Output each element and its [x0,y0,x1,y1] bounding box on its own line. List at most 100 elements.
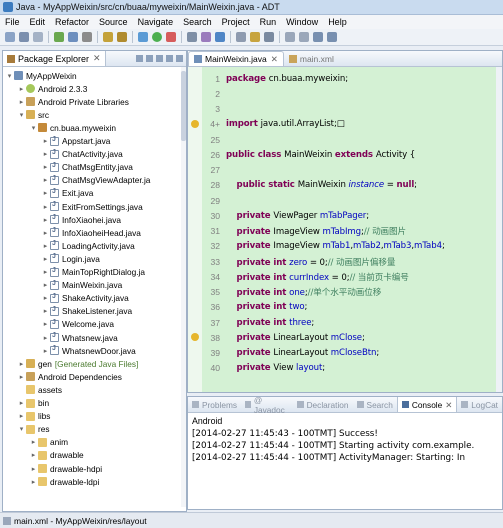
tree-item[interactable]: ▸ ChatActivity.java [42,148,123,161]
collapsed-arrow-icon[interactable]: ▸ [42,347,49,355]
tree-item[interactable]: ▸ drawable [30,449,84,462]
code-line[interactable]: 26 public class MainWeixin extends Activi… [188,147,415,162]
close-icon[interactable]: ✕ [445,400,452,410]
next-annotation-icon[interactable] [285,32,295,42]
menu-item-refactor[interactable]: Refactor [50,17,94,27]
code-line[interactable]: 1 package cn.buaa.myweixin; [188,71,348,86]
expanded-arrow-icon[interactable]: ▾ [18,425,25,433]
collapsed-arrow-icon[interactable]: ▸ [18,360,25,368]
tree-item[interactable]: ▸ MainTopRightDialog.ja [42,266,145,279]
collapsed-arrow-icon[interactable]: ▸ [42,176,49,184]
tab-problems[interactable]: Problems [188,397,241,412]
view-menu-icon[interactable] [156,55,163,62]
tree-item[interactable]: ▸ Appstart.java [42,135,111,148]
tab-package-explorer[interactable]: Package Explorer ✕ [3,51,106,66]
code-line[interactable]: 30 private ViewPager mTabPager; [188,208,369,223]
tab-mainweixin-java[interactable]: MainWeixin.java ✕ [188,51,284,66]
tree-item[interactable]: ▸ ExitFromSettings.java [42,200,143,213]
code-line[interactable]: 35 private int one;//单个水平动画位移 [188,285,381,300]
link-with-editor-icon[interactable] [146,55,153,62]
new-java-package-icon[interactable] [187,32,197,42]
tree-item[interactable]: ▸ InfoXiaohei.java [42,213,121,226]
new-android-xml-icon[interactable] [117,32,127,42]
save-all-icon[interactable] [33,32,43,42]
expanded-arrow-icon[interactable]: ▾ [18,111,25,119]
android-project-icon[interactable] [103,32,113,42]
collapsed-arrow-icon[interactable]: ▸ [30,478,37,486]
tree-item[interactable]: assets [18,383,62,396]
tree-item[interactable]: ▸ Welcome.java [42,318,114,331]
tree-item[interactable]: ▸ Whatsnew.java [42,331,118,344]
collapse-all-icon[interactable] [136,55,143,62]
previous-annotation-icon[interactable] [299,32,309,42]
menu-item-source[interactable]: Source [94,17,133,27]
code-line[interactable]: 28 public static MainWeixin instance = n… [188,178,417,193]
tree-item[interactable]: ▸ ShakeActivity.java [42,292,129,305]
lint-icon[interactable] [82,32,92,42]
tab-search[interactable]: Search [353,397,397,412]
collapsed-arrow-icon[interactable]: ▸ [18,85,25,93]
collapsed-arrow-icon[interactable]: ▸ [42,242,49,250]
code-line[interactable]: 27 [188,163,226,178]
collapsed-arrow-icon[interactable]: ▸ [30,465,37,473]
open-type-icon[interactable] [215,32,225,42]
tab-main-xml[interactable]: main.xml [284,52,339,66]
code-line[interactable]: 29 [188,193,226,208]
tree-item[interactable]: ▸ WhatsnewDoor.java [42,344,136,357]
tree-item[interactable]: ▸ Android Private Libraries [18,95,129,108]
tree-item[interactable]: ▾ src [18,108,49,121]
code-line[interactable]: 34 private int currIndex = 0;// 当前页卡编号 [188,269,408,284]
collapsed-arrow-icon[interactable]: ▸ [42,294,49,302]
tree-item[interactable]: ▸ Exit.java [42,187,94,200]
tree-item[interactable]: ▸ LoadingActivity.java [42,239,135,252]
collapsed-arrow-icon[interactable]: ▸ [42,268,49,276]
tree-item[interactable]: ▸ Android 2.3.3 [18,82,88,95]
tree-item[interactable]: ▸ ShakeListener.java [42,305,132,318]
collapsed-arrow-icon[interactable]: ▸ [42,189,49,197]
collapsed-arrow-icon[interactable]: ▸ [18,412,25,420]
tree-item[interactable]: ▸ drawable-hdpi [30,462,102,475]
collapsed-arrow-icon[interactable]: ▸ [42,216,49,224]
menu-item-help[interactable]: Help [323,17,352,27]
tree-item[interactable]: ▸ bin [18,397,49,410]
external-tools-icon[interactable] [166,32,176,42]
code-line[interactable]: 25 [188,132,226,147]
collapsed-arrow-icon[interactable]: ▸ [18,373,25,381]
scrollbar-thumb[interactable] [181,71,186,141]
tree-item[interactable]: ▸ ChatMsgEntity.java [42,161,133,174]
menu-item-run[interactable]: Run [255,17,282,27]
tree-item[interactable]: ▸ InfoXiaoheiHead.java [42,226,141,239]
forward-icon[interactable] [327,32,337,42]
code-line[interactable]: 32 private ImageView mTab1,mTab2,mTab3,m… [188,239,444,254]
tab-declaration[interactable]: Declaration [293,397,353,412]
collapsed-arrow-icon[interactable]: ▸ [18,399,25,407]
tree-item[interactable]: ▸ MainWeixin.java [42,279,123,292]
tree-item[interactable]: ▸ Login.java [42,252,100,265]
code-line[interactable]: 2 [188,86,226,101]
code-line[interactable]: 39 private LinearLayout mCloseBtn; [188,346,379,361]
android-sdk-manager-icon[interactable] [54,32,64,42]
expanded-arrow-icon[interactable]: ▾ [6,72,13,80]
menu-item-project[interactable]: Project [217,17,255,27]
menu-item-edit[interactable]: Edit [25,17,51,27]
open-task-icon[interactable] [250,32,260,42]
collapsed-arrow-icon[interactable]: ▸ [42,307,49,315]
warning-icon[interactable] [191,119,199,128]
code-area[interactable]: 1 package cn.buaa.myweixin; 2 3 4+ import jav… [188,67,502,392]
collapsed-arrow-icon[interactable]: ▸ [30,451,37,459]
menu-item-navigate[interactable]: Navigate [133,17,179,27]
collapsed-arrow-icon[interactable]: ▸ [42,229,49,237]
collapsed-arrow-icon[interactable]: ▸ [42,320,49,328]
code-line[interactable]: 36 private int two; [188,300,307,315]
menu-item-file[interactable]: File [0,17,25,27]
code-line[interactable]: 40 private View layout; [188,361,325,376]
editor-vertical-scrollbar[interactable] [496,67,502,392]
collapsed-arrow-icon[interactable]: ▸ [42,255,49,263]
menu-item-window[interactable]: Window [281,17,323,27]
save-icon[interactable] [19,32,29,42]
collapsed-arrow-icon[interactable]: ▸ [18,98,25,106]
new-icon[interactable] [5,32,15,42]
maximize-icon[interactable] [176,55,183,62]
expanded-arrow-icon[interactable]: ▾ [30,124,37,132]
tab-logcat[interactable]: LogCat [457,397,502,412]
